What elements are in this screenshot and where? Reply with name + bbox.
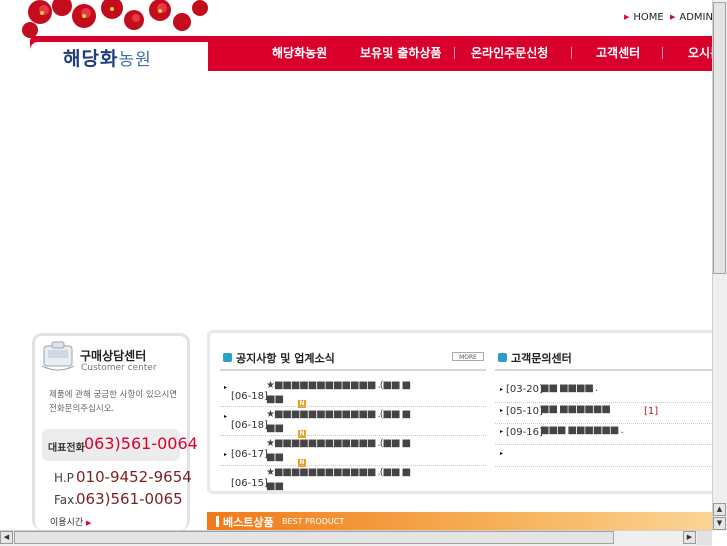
qna-list-item[interactable]: ▸ [03-20] ■■ ■■■■ . xyxy=(500,383,710,398)
main-phone-number: 063)561-0064 xyxy=(84,434,198,453)
nav-item-order[interactable]: 온라인주문신청 xyxy=(471,44,548,61)
mobile-label: H.P xyxy=(54,471,74,485)
vertical-scroll-thumb[interactable] xyxy=(713,2,726,274)
qna-date: [03-20] xyxy=(506,384,543,395)
site-logo[interactable]: 해당화농원 xyxy=(63,44,152,71)
qna-list-item[interactable]: ▸ [05-10] ■■ ■■■■■■ [1] xyxy=(500,404,710,419)
nav-item-products[interactable]: 보유및 출하상품 xyxy=(360,44,441,61)
divider xyxy=(495,444,712,445)
nav-separator xyxy=(454,47,455,59)
divider xyxy=(220,435,486,436)
new-badge-icon: N xyxy=(298,430,306,438)
scroll-up-button[interactable]: ▲ xyxy=(713,503,726,516)
section-bullet-icon xyxy=(223,353,232,362)
qna-list-item[interactable]: ▸ [09-16] ■■■ ■■■■■■ . xyxy=(500,425,710,440)
divider xyxy=(495,402,712,403)
divider xyxy=(220,465,486,466)
qna-comment-count: [1] xyxy=(644,406,659,417)
arrow-right-icon: ▶ xyxy=(86,519,92,527)
qna-title: 고객문의센터 xyxy=(511,352,572,365)
customer-center-title: 구매상담센터 xyxy=(80,349,147,363)
customer-center-desc-2: 전화문의주십시오. xyxy=(49,404,115,414)
bullet-icon: ▸ xyxy=(224,384,228,391)
horizontal-scroll-thumb[interactable] xyxy=(14,531,614,544)
best-product-title: 베스트상품 xyxy=(223,516,274,529)
qna-list-item[interactable]: ▸ xyxy=(500,449,710,461)
scroll-right-button[interactable]: ▶ xyxy=(683,531,696,544)
main-phone-label: 대표전화 xyxy=(48,443,85,454)
divider xyxy=(495,423,712,424)
triangle-bullet-icon: ▶ xyxy=(624,13,630,21)
fax-label: Fax. xyxy=(54,493,79,507)
section-bullet-icon xyxy=(498,353,507,362)
nav-item-support[interactable]: 고객센터 xyxy=(596,44,640,61)
divider xyxy=(220,406,486,407)
best-product-subtitle: BEST PRODUCT xyxy=(282,517,345,526)
bar-accent-icon xyxy=(216,516,219,527)
resize-corner xyxy=(697,531,712,545)
home-link[interactable]: ▶ HOME xyxy=(624,12,664,23)
divider xyxy=(495,369,712,371)
notice-subject: ★■■■■■■■■■■■■ .(■■ ■ xyxy=(266,438,411,449)
bullet-icon: ▸ xyxy=(500,450,504,457)
scroll-left-button[interactable]: ◀ xyxy=(0,531,13,544)
notice-title: 공지사항 및 업계소식 xyxy=(236,352,335,365)
notice-subject: ★■■■■■■■■■■■■ .(■■ ■ xyxy=(266,409,411,420)
logo-text-main: 해당화 xyxy=(63,48,119,70)
notice-subject-cont: ■■ xyxy=(266,452,284,463)
admin-link[interactable]: ▶ ADMIN xyxy=(670,12,713,23)
notice-subject-cont: ■■ xyxy=(266,394,284,405)
bullet-icon: ▸ xyxy=(224,451,228,458)
scroll-down-button[interactable]: ▼ xyxy=(713,517,726,530)
qna-subject: ■■ ■■■■ . xyxy=(540,383,598,394)
nav-separator xyxy=(662,47,663,59)
divider xyxy=(220,369,486,371)
qna-subject: ■■ ■■■■■■ xyxy=(540,404,611,415)
bullet-icon: ▸ xyxy=(500,386,504,393)
notice-subject: ★■■■■■■■■■■■■ .(■■ ■ xyxy=(266,467,411,478)
hours-label: 이용시간 xyxy=(50,518,84,528)
notice-subject-cont: ■■ xyxy=(266,481,284,492)
mobile-number: 010-9452-9654 xyxy=(76,468,192,486)
nav-separator xyxy=(571,47,572,59)
qna-date: [05-10] xyxy=(506,406,543,417)
notice-date: [06-17] xyxy=(231,449,268,460)
nav-item-about[interactable]: 해당화농원 xyxy=(272,44,327,61)
customer-center-subtitle: Customer center xyxy=(81,363,157,373)
notice-date: [06-15] xyxy=(231,478,268,489)
phone-icon xyxy=(41,341,75,371)
notice-date: [06-18] xyxy=(231,391,268,402)
triangle-bullet-icon: ▶ xyxy=(670,13,676,21)
customer-center-desc-1: 제품에 관해 궁금한 사항이 있으시면 xyxy=(49,390,178,400)
admin-link-label: ADMIN xyxy=(679,12,713,23)
notice-subject: ★■■■■■■■■■■■■ .(■■ ■ xyxy=(266,380,411,391)
notice-date: [06-18] xyxy=(231,420,268,431)
home-link-label: HOME xyxy=(633,12,664,23)
notice-more-button[interactable]: MORE xyxy=(452,352,484,361)
qna-subject: ■■■ ■■■■■■ . xyxy=(540,425,624,436)
hours-link[interactable]: 이용시간 ▶ xyxy=(50,515,91,528)
bullet-icon: ▸ xyxy=(224,413,228,420)
bullet-icon: ▸ xyxy=(500,407,504,414)
more-label: MORE xyxy=(459,354,477,361)
notice-subject-cont: ■■ xyxy=(266,423,284,434)
fax-number: 063)561-0065 xyxy=(76,490,183,508)
bullet-icon: ▸ xyxy=(500,428,504,435)
divider xyxy=(495,466,712,467)
logo-text-sub: 농원 xyxy=(118,50,152,70)
qna-date: [09-16] xyxy=(506,427,543,438)
